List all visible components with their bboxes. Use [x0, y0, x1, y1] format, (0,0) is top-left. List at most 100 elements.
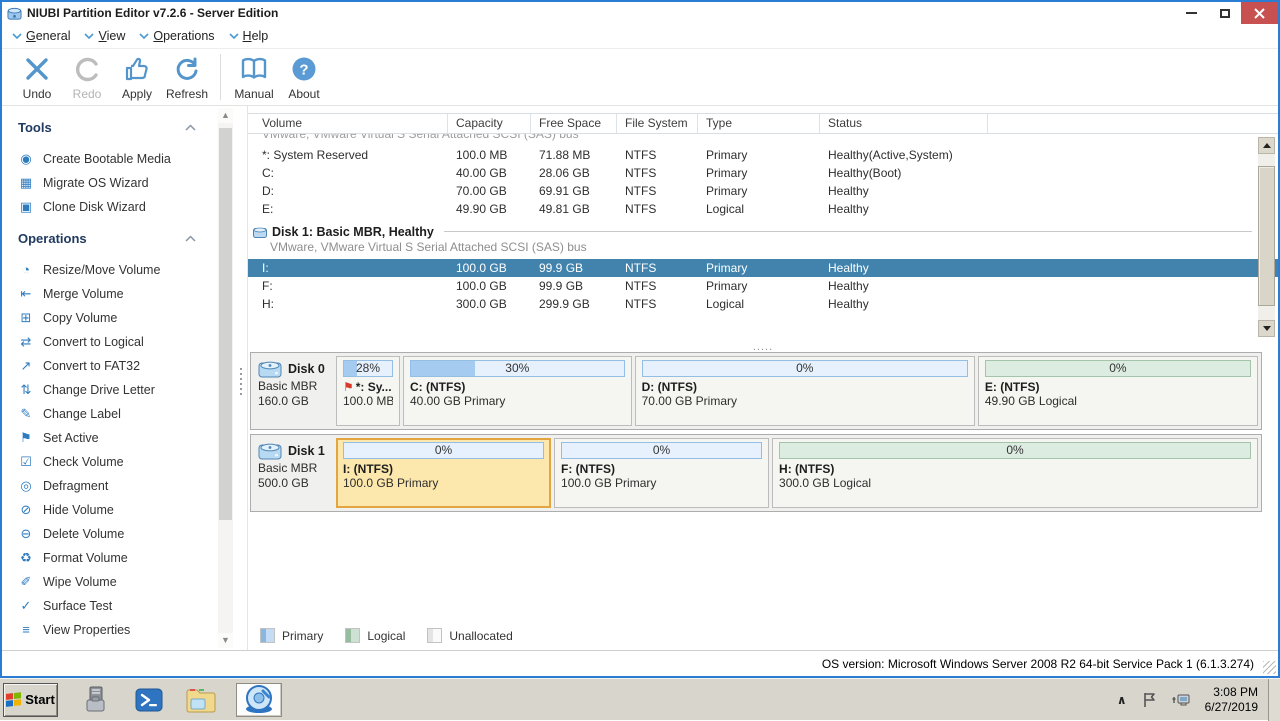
defragment-icon: ◎: [18, 478, 34, 494]
scroll-down-icon[interactable]: ▼: [218, 633, 233, 648]
disk-drive-icon: [258, 359, 282, 379]
collapse-chevron-icon: [185, 235, 196, 242]
tray-expand-icon[interactable]: ∧: [1109, 693, 1135, 707]
minimize-button[interactable]: [1175, 2, 1208, 24]
menu-general[interactable]: General: [12, 29, 70, 43]
column-type[interactable]: Type: [698, 114, 820, 133]
scroll-down-button[interactable]: [1258, 320, 1275, 337]
sidebar-item-change-drive-letter[interactable]: ⇅Change Drive Letter: [18, 378, 247, 402]
action-center-flag-icon[interactable]: [1135, 691, 1165, 709]
table-row-i-selected[interactable]: I: 100.0 GB 99.9 GB NTFS Primary Healthy: [248, 259, 1278, 277]
chevron-down-icon: [139, 33, 149, 40]
table-row-system-reserved[interactable]: *: System Reserved 100.0 MB 71.88 MB NTF…: [248, 146, 1278, 164]
menu-operations[interactable]: Operations: [139, 29, 214, 43]
start-button[interactable]: Start: [3, 683, 58, 717]
partition-e[interactable]: 0% E: (NTFS) 49.90 GB Logical: [978, 356, 1258, 426]
sidebar-item-format-volume[interactable]: ♻Format Volume: [18, 546, 247, 570]
menu-general-label: General: [26, 29, 70, 43]
partition-i-selected[interactable]: 0% I: (NTFS) 100.0 GB Primary: [336, 438, 551, 508]
close-button[interactable]: [1241, 2, 1278, 24]
sidebar-item-resize-move-volume[interactable]: ◔Resize/Move Volume: [18, 258, 247, 282]
column-capacity[interactable]: Capacity: [448, 114, 531, 133]
disk1-group-subtitle: VMware, VMware Virtual S Serial Attached…: [248, 240, 1278, 255]
undo-button[interactable]: Undo: [12, 54, 62, 101]
table-scrollbar-thumb[interactable]: [1258, 166, 1275, 306]
toolbar: Undo Redo Apply Refresh Manual: [2, 49, 1278, 106]
sidebar-item-defragment[interactable]: ◎Defragment: [18, 474, 247, 498]
table-row-h[interactable]: H: 300.0 GB 299.9 GB NTFS Logical Health…: [248, 295, 1278, 313]
collapse-chevron-icon: [185, 124, 196, 131]
resize-grip[interactable]: [1263, 661, 1276, 674]
refresh-button[interactable]: Refresh: [162, 54, 212, 101]
sidebar-scrollbar-thumb[interactable]: [219, 128, 232, 520]
unallocated-swatch-icon: [427, 628, 442, 643]
taskbar-powershell-button[interactable]: [132, 683, 166, 717]
sidebar-item-check-volume[interactable]: ☑Check Volume: [18, 450, 247, 474]
maximize-button[interactable]: [1208, 2, 1241, 24]
column-status[interactable]: Status: [820, 114, 988, 133]
sidebar-item-migrate-os-wizard[interactable]: ▦Migrate OS Wizard: [18, 171, 247, 195]
sidebar-section-operations[interactable]: Operations: [18, 231, 196, 246]
status-bar: OS version: Microsoft Windows Server 200…: [2, 650, 1278, 676]
sidebar-item-merge-volume[interactable]: ⇤Merge Volume: [18, 282, 247, 306]
sidebar-splitter-handle[interactable]: [238, 368, 243, 395]
taskbar-clock[interactable]: 3:08 PM 6/27/2019: [1197, 685, 1268, 715]
redo-button[interactable]: Redo: [62, 54, 112, 101]
apply-button[interactable]: Apply: [112, 54, 162, 101]
sidebar-item-create-bootable-media[interactable]: ◉Create Bootable Media: [18, 147, 247, 171]
table-row-e[interactable]: E: 49.90 GB 49.81 GB NTFS Logical Health…: [248, 200, 1278, 218]
manual-button[interactable]: Manual: [229, 54, 279, 101]
clone-disk-icon: ▣: [18, 199, 34, 215]
show-desktop-button[interactable]: [1268, 679, 1280, 721]
table-row-f[interactable]: F: 100.0 GB 99.9 GB NTFS Primary Healthy: [248, 277, 1278, 295]
thumbs-up-icon: [124, 54, 150, 84]
sidebar-item-hide-volume[interactable]: ⊘Hide Volume: [18, 498, 247, 522]
powershell-icon: [134, 685, 164, 715]
logical-swatch-icon: [345, 628, 360, 643]
title-bar: NIUBI Partition Editor v7.2.6 - Server E…: [2, 2, 1278, 24]
sidebar-item-delete-volume[interactable]: ⊖Delete Volume: [18, 522, 247, 546]
table-scrollbar[interactable]: [1258, 137, 1275, 337]
network-icon[interactable]: [1165, 691, 1197, 709]
partition-c[interactable]: 30% C: (NTFS) 40.00 GB Primary: [403, 356, 632, 426]
partition-d[interactable]: 0% D: (NTFS) 70.00 GB Primary: [635, 356, 975, 426]
legend-primary: Primary: [260, 628, 323, 643]
partition-system-reserved[interactable]: 28% ⚑*: Sy... 100.0 MB: [336, 356, 400, 426]
sidebar-scrollbar[interactable]: ▲ ▼: [218, 108, 233, 648]
sidebar-item-convert-to-fat32[interactable]: ↗Convert to FAT32: [18, 354, 247, 378]
scroll-up-icon[interactable]: ▲: [218, 108, 233, 123]
convert-fat32-icon: ↗: [18, 358, 34, 374]
taskbar-niubi-button[interactable]: [236, 683, 282, 717]
disk1-group-header[interactable]: Disk 1: Basic MBR, Healthy: [248, 223, 1278, 240]
menu-help[interactable]: Help: [229, 29, 269, 43]
active-flag-icon: ⚑: [343, 382, 354, 392]
column-file-system[interactable]: File System: [617, 114, 698, 133]
sidebar-item-surface-test[interactable]: ✓Surface Test: [18, 594, 247, 618]
scroll-up-button[interactable]: [1258, 137, 1275, 154]
sidebar-item-view-properties[interactable]: ≡View Properties: [18, 618, 247, 642]
partition-h[interactable]: 0% H: (NTFS) 300.0 GB Logical: [772, 438, 1258, 508]
sidebar-item-convert-to-logical[interactable]: ⇄Convert to Logical: [18, 330, 247, 354]
set-active-icon: ⚑: [18, 430, 34, 446]
sidebar-item-change-label[interactable]: ✎Change Label: [18, 402, 247, 426]
disk1-info[interactable]: Disk 1 Basic MBR 500.0 GB: [254, 438, 336, 508]
taskbar-explorer-button[interactable]: [184, 683, 218, 717]
sidebar-section-tools[interactable]: Tools: [18, 120, 196, 135]
taskbar-server-manager-button[interactable]: [80, 683, 114, 717]
column-volume[interactable]: Volume: [248, 114, 448, 133]
sidebar-item-wipe-volume[interactable]: ✐Wipe Volume: [18, 570, 247, 594]
surface-test-icon: ✓: [18, 598, 34, 614]
menu-view[interactable]: View: [84, 29, 125, 43]
sidebar-item-set-active[interactable]: ⚑Set Active: [18, 426, 247, 450]
sidebar-item-clone-disk-wizard[interactable]: ▣Clone Disk Wizard: [18, 195, 247, 219]
sidebar-item-copy-volume[interactable]: ⊞Copy Volume: [18, 306, 247, 330]
about-button[interactable]: ? About: [279, 54, 329, 101]
partition-f[interactable]: 0% F: (NTFS) 100.0 GB Primary: [554, 438, 769, 508]
drive-letter-icon: ⇅: [18, 382, 34, 398]
disk0-info[interactable]: Disk 0 Basic MBR 160.0 GB: [254, 356, 336, 426]
table-row-d[interactable]: D: 70.00 GB 69.91 GB NTFS Primary Health…: [248, 182, 1278, 200]
menu-help-label: Help: [243, 29, 269, 43]
column-free-space[interactable]: Free Space: [531, 114, 617, 133]
volume-table-header: Volume Capacity Free Space File System T…: [248, 113, 1278, 134]
table-row-c[interactable]: C: 40.00 GB 28.06 GB NTFS Primary Health…: [248, 164, 1278, 182]
